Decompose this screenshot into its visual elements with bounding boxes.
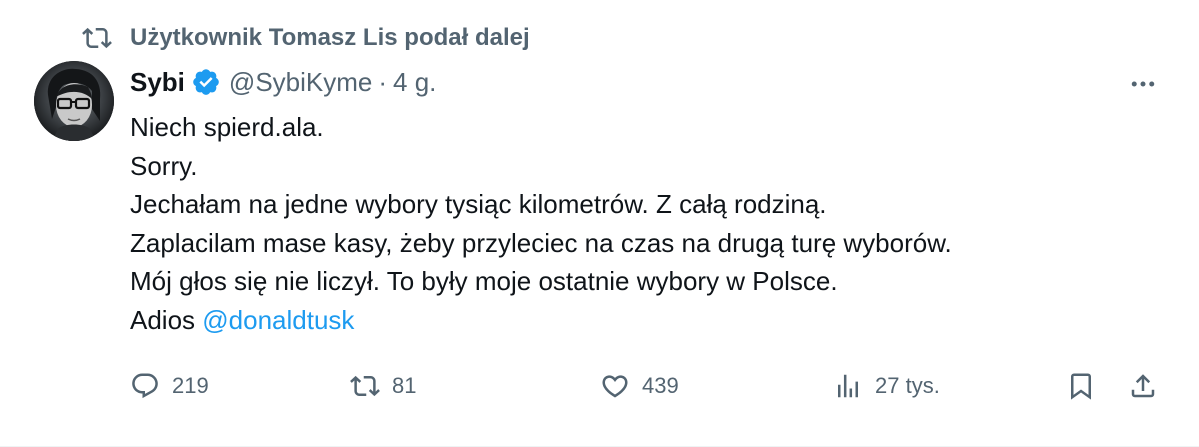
mention-link[interactable]: @donaldtusk [202,305,354,335]
avatar-image [34,61,114,141]
author-handle[interactable]: @SybiKyme [229,67,372,98]
tweet-text-line: Sorry. [130,150,198,181]
retweet-icon [82,27,112,49]
views-button[interactable]: 27 tys. [833,366,940,406]
retweet-button[interactable]: 81 [350,366,416,406]
more-dots-icon [1131,81,1155,87]
separator-dot: · [378,66,388,97]
reply-count: 219 [172,373,209,398]
tweet-text: Niech spierd.ala. Sorry. Jechałam na jed… [130,108,1160,339]
views-count: 27 tys. [875,373,940,398]
views-chart-icon [838,374,858,398]
retweet-count: 81 [392,373,417,398]
retweet-label: Użytkownik Tomasz Lis podał dalej [130,24,530,51]
tweet-text-prefix: Adios [130,304,203,335]
more-options-button[interactable] [1125,66,1161,102]
retweet-icon [350,375,380,397]
reply-button[interactable]: 219 [130,366,209,406]
reply-icon [132,373,158,399]
share-icon [1131,374,1155,398]
share-button[interactable] [1128,366,1158,406]
bookmark-button[interactable] [1066,366,1096,406]
heart-icon [602,375,628,398]
tweet-card[interactable]: Użytkownik Tomasz Lis podał dalej Sybi @… [0,0,1199,447]
author-name[interactable]: Sybi [130,67,185,98]
tweet-actions: 219 81 439 27 tys. [130,366,1170,406]
tweet-text-line: Jechałam na jedne wybory tysiąc kilometr… [130,189,827,219]
retweet-context[interactable]: Użytkownik Tomasz Lis podał dalej [82,20,530,56]
bookmark-icon [1071,373,1091,400]
tweet-text-line: Zaplacilam mase kasy, żeby przyleciec na… [130,227,952,258]
tweet-text-line: Niech spierd.ala. [130,112,324,142]
tweet-header: Sybi @SybiKyme · 4 g. [130,64,436,100]
tweet-time[interactable]: 4 g. [393,67,436,98]
verified-badge-icon[interactable] [191,67,221,97]
like-count: 439 [642,373,679,398]
tweet-text-line: Adios @donaldtusk [130,301,1160,340]
tweet-text-line: Mój głos się nie liczył. To były moje os… [130,266,838,296]
like-button[interactable]: 439 [600,366,679,406]
avatar[interactable] [34,61,114,141]
